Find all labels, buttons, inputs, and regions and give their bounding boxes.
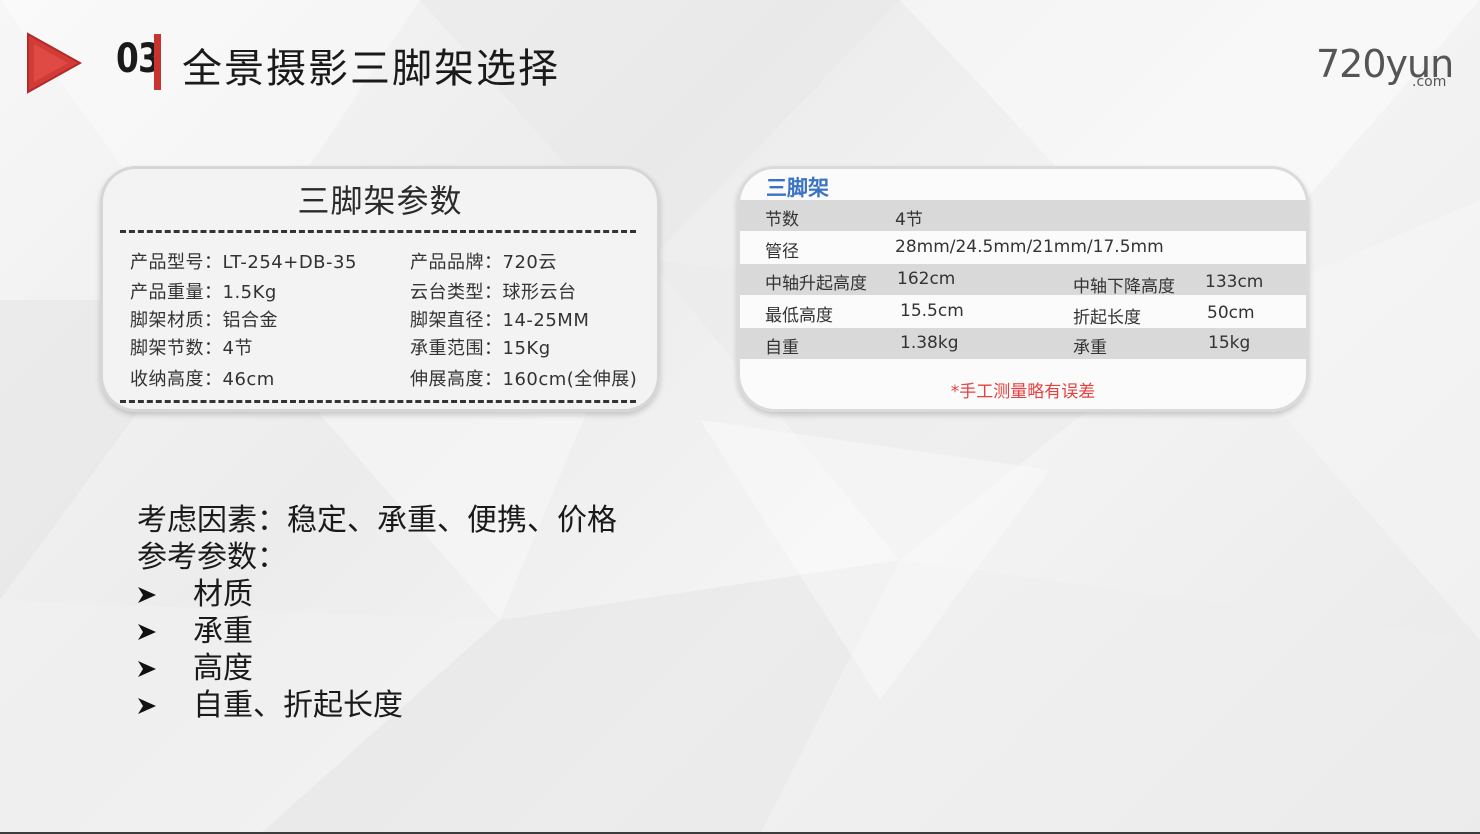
list-item-label: 材质 [193, 577, 253, 612]
page-title: 全景摄影三脚架选择 [182, 46, 560, 92]
param-sections: 脚架节数：4节 [130, 338, 253, 359]
param-folded-height: 收纳高度：46cm [130, 369, 275, 390]
param-model: 产品型号：LT-254+DB-35 [130, 252, 357, 273]
spec-label: 折起长度 [1073, 308, 1141, 328]
spec-row: 自重 1.38kg 承重 15kg [740, 328, 1306, 359]
list-item: 承重 [137, 613, 617, 650]
slide-header: 03 全景摄影三脚架选择 [26, 30, 726, 94]
brand-logo: 720yun .com [1316, 42, 1456, 98]
spec-value: 162cm [897, 269, 956, 289]
param-weight: 产品重量：1.5Kg [130, 282, 277, 303]
list-item: 材质 [137, 576, 617, 613]
params-heading: 参考参数： [137, 540, 287, 575]
list-item-label: 自重、折起长度 [193, 688, 403, 723]
spec-value: 4节 [895, 210, 923, 230]
dashed-divider-bottom [120, 400, 636, 403]
list-item-label: 承重 [193, 614, 253, 649]
spec-row: 最低高度 15.5cm 折起长度 50cm [740, 296, 1306, 328]
spec-value: 15.5cm [900, 301, 964, 321]
arrow-bullet-icon [138, 624, 156, 640]
spec-value: 50cm [1207, 303, 1255, 323]
param-diameter: 脚架直径：14-25MM [410, 310, 590, 331]
spec-value: 15kg [1208, 333, 1251, 353]
measurement-note: *手工测量略有误差 [950, 382, 1096, 402]
dashed-divider-top [120, 230, 636, 233]
play-triangle-icon [27, 32, 82, 94]
list-item: 自重、折起长度 [137, 687, 617, 724]
consideration-factors: 考虑因素：稳定、承重、便携、价格 参考参数： 材质 承重 高度 自重、折起长度 [137, 502, 617, 724]
logo-suffix: .com [1412, 74, 1447, 90]
tripod-params-card: 三脚架参数 产品型号：LT-254+DB-35 产品品牌：720云 产品重量：1… [100, 166, 660, 412]
spec-label: 中轴升起高度 [765, 274, 867, 294]
param-extended-height: 伸展高度：160cm(全伸展) [410, 369, 638, 390]
list-item: 高度 [137, 650, 617, 687]
arrow-bullet-icon [138, 587, 156, 603]
spec-label: 最低高度 [765, 306, 833, 326]
arrow-bullet-icon [138, 661, 156, 677]
spec-label: 节数 [765, 210, 799, 230]
spec-label: 中轴下降高度 [1073, 277, 1175, 297]
param-brand: 产品品牌：720云 [410, 252, 557, 273]
factors-heading: 考虑因素：稳定、承重、便携、价格 [137, 503, 617, 538]
tripod-spec-card: 三脚架 节数 4节 管径 28mm/24.5mm/21mm/17.5mm 中轴升… [737, 166, 1309, 412]
header-divider [154, 34, 161, 90]
spec-row: 中轴升起高度 162cm 中轴下降高度 133cm [740, 264, 1306, 297]
list-item-label: 高度 [193, 651, 253, 686]
spec-value: 133cm [1205, 272, 1264, 292]
spec-card-title: 三脚架 [766, 176, 829, 200]
slide: 03 全景摄影三脚架选择 720yun .com 三脚架参数 产品型号：LT-2… [0, 0, 1480, 834]
param-material: 脚架材质：铝合金 [130, 310, 278, 331]
arrow-bullet-icon [138, 698, 156, 714]
params-card-title: 三脚架参数 [297, 182, 463, 220]
spec-label: 管径 [765, 242, 799, 262]
spec-row: 节数 4节 [740, 200, 1306, 231]
spec-value: 1.38kg [900, 333, 959, 353]
spec-label: 承重 [1073, 338, 1107, 358]
spec-value: 28mm/24.5mm/21mm/17.5mm [895, 237, 1164, 257]
param-load: 承重范围：15Kg [410, 338, 551, 359]
spec-row: 管径 28mm/24.5mm/21mm/17.5mm [740, 232, 1306, 263]
spec-label: 自重 [765, 338, 799, 358]
param-head-type: 云台类型：球形云台 [410, 282, 577, 303]
